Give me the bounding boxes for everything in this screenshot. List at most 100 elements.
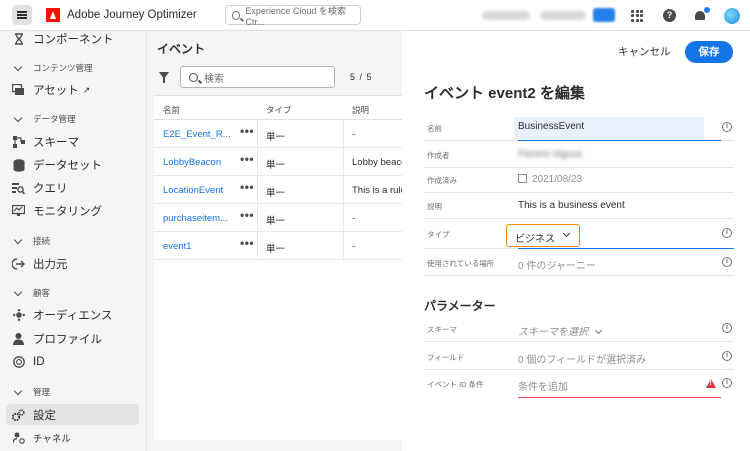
parameters-title: パラメーター [424,299,496,313]
info-icon[interactable]: i [722,351,732,361]
column-header-name[interactable]: 名前 [163,104,180,116]
event-name-link[interactable]: event1 [163,241,192,252]
field-label: 使用されている場所 [427,259,495,268]
field-label: 作成者 [427,151,450,160]
info-icon[interactable]: i [722,122,732,132]
events-list-panel: イベント 検索 5 / 5 名前 タイプ 説明 E2E_Event_R... •… [147,31,402,451]
info-icon[interactable]: i [722,228,732,238]
save-button[interactable]: 保存 [685,41,733,63]
event-type: 単一 [266,132,286,143]
audience-icon [12,309,25,322]
identity-icon [12,355,25,368]
event-name-link[interactable]: E2E_Event_R... [163,129,231,140]
event-type: 単一 [266,244,286,255]
event-name-link[interactable]: LobbyBeacon [163,157,221,168]
table-row[interactable]: E2E_Event_R... ••• 単一 - [154,120,402,148]
table-row[interactable]: purchaseitem... ••• 単一 - [154,204,402,232]
cancel-button[interactable]: キャンセル [618,44,671,59]
used-in-value: 0 件のジャーニー [518,261,596,272]
input-underline [518,248,734,249]
nav-section-connections[interactable]: 接続 [12,235,50,247]
events-count: 5 / 5 [350,72,373,82]
table-row[interactable]: LocationEvent ••• 単一 This is a rule-b [154,176,402,204]
field-label: スキーマ [427,325,457,334]
nav-item-profiles[interactable]: プロファイル [12,331,102,347]
nav-item-schemas[interactable]: スキーマ [12,134,79,150]
chevron-down-icon [13,287,23,296]
org-switcher[interactable] [482,11,530,20]
type-select[interactable]: ビジネス [506,224,580,247]
field-schema: スキーマ スキーマを選択 i [424,316,734,342]
nav-item-datasets[interactable]: データセット [12,157,102,173]
field-description[interactable]: 説明 This is a business event [424,193,734,219]
query-icon [12,182,25,195]
events-table: 名前 タイプ 説明 E2E_Event_R... ••• 単一 - LobbyB… [154,95,402,440]
top-icons: ? [631,0,750,31]
filter-icon[interactable] [159,72,169,83]
table-row[interactable]: event1 ••• 単一 - [154,232,402,260]
search-icon [231,10,241,20]
left-navigation: コンポーネント コンテンツ管理 アセット ↗ データ管理 スキーマ データセット… [0,31,147,451]
nav-item-monitoring[interactable]: モニタリング [12,203,102,219]
schema-select[interactable]: スキーマを選択 [518,323,603,338]
event-description: - [352,213,356,224]
menu-icon[interactable] [12,5,32,25]
channel-icon [12,432,25,445]
adobe-logo-icon [46,8,60,22]
table-row[interactable]: LobbyBeacon ••• 単一 Lobby beacon [154,148,402,176]
monitoring-icon [12,205,25,218]
nav-item-audiences[interactable]: オーディエンス [12,307,112,323]
nav-item-queries[interactable]: クエリ [12,180,68,196]
column-header-type[interactable]: タイプ [266,104,292,116]
input-error-underline [518,396,721,398]
more-icon[interactable]: ••• [240,208,254,222]
info-icon[interactable]: i [722,323,732,333]
nav-section-data[interactable]: データ管理 [12,113,76,125]
apps-grid-icon[interactable] [631,9,643,22]
field-label: 名前 [427,124,442,133]
event-name-link[interactable]: LocationEvent [163,185,223,196]
avatar[interactable] [724,7,740,24]
events-search-input[interactable]: 検索 [180,66,335,88]
top-bar: Adobe Journey Optimizer Experience Cloud… [0,0,750,31]
info-icon[interactable]: i [722,257,732,267]
nav-item-identities[interactable]: ID [12,355,45,368]
profile-icon [12,333,25,346]
add-condition-input[interactable]: 条件を追加 [518,378,568,393]
assets-icon [12,84,25,97]
fields-value[interactable]: 0 個のフィールドが選択済み [518,351,646,366]
field-label: タイプ [427,230,450,239]
nav-item-settings[interactable]: 設定 [12,407,56,423]
column-header-description[interactable]: 説明 [352,104,369,116]
field-author: 作成者 Florent Vigoux [424,142,734,168]
nav-item-sources[interactable]: 出力元 [12,256,68,272]
more-icon[interactable]: ••• [240,236,254,250]
more-icon[interactable]: ••• [240,124,254,138]
settings-icon [12,409,25,422]
description-value[interactable]: This is a business event [518,200,625,211]
more-icon[interactable]: ••• [240,180,254,194]
dataset-icon [12,158,25,172]
bell-icon[interactable] [694,6,710,22]
more-icon[interactable]: ••• [240,152,254,166]
nav-item-components[interactable]: コンポーネント [12,31,114,47]
nav-section-content[interactable]: コンテンツ管理 [12,62,93,74]
field-fields: フィールド 0 個のフィールドが選択済み i [424,344,734,370]
schema-icon [12,136,25,149]
event-name-link[interactable]: purchaseitem... [163,213,228,224]
nav-item-channels[interactable]: チャネル [12,431,71,445]
type-select-value: ビジネス [515,234,555,245]
edit-event-panel: キャンセル 保存 イベント event2 を編集 名前 BusinessEven… [402,31,750,451]
author-value: Florent Vigoux [518,149,583,160]
nav-section-customer[interactable]: 顧客 [12,287,50,299]
event-type: 単一 [266,188,286,199]
app-title[interactable]: Adobe Journey Optimizer [67,9,197,21]
nav-section-admin[interactable]: 管理 [12,386,50,398]
nav-item-assets[interactable]: アセット ↗ [12,82,90,98]
info-icon[interactable]: i [722,378,732,388]
help-icon[interactable]: ? [663,9,676,22]
event-name-value[interactable]: BusinessEvent [518,121,584,132]
chevron-down-icon [13,62,23,71]
sandbox-switcher[interactable] [540,11,586,20]
global-search-input[interactable]: Experience Cloud を検索 Ctr... [224,5,361,27]
